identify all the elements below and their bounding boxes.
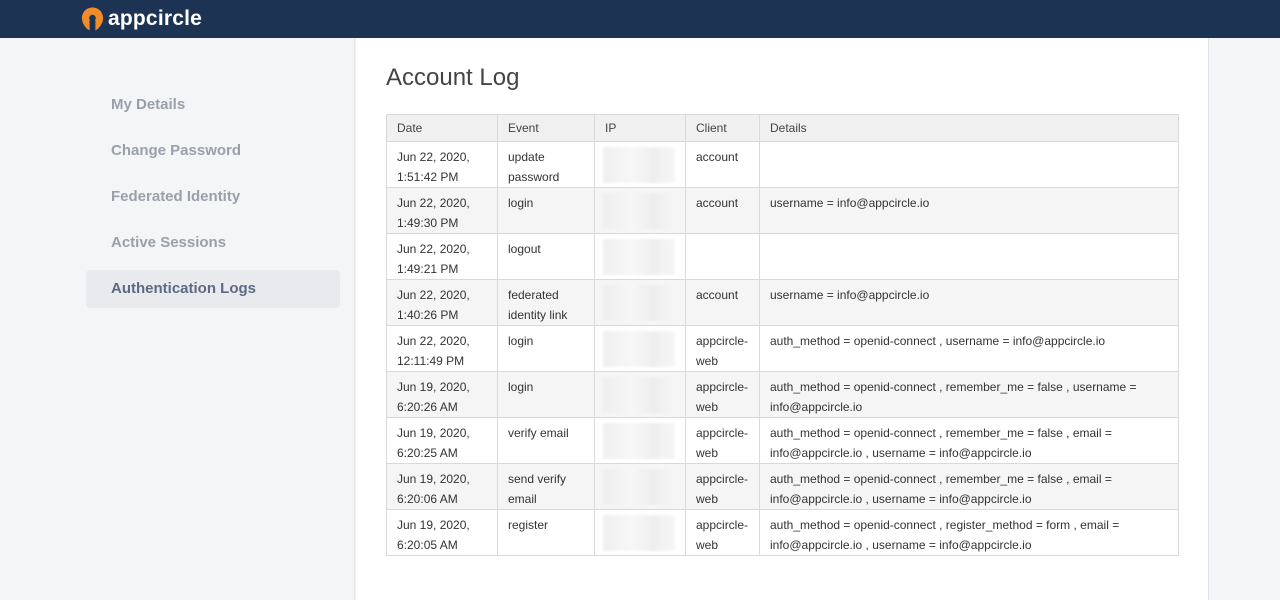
cell-ip (594, 463, 686, 510)
cell-details: username = info@appcircle.io (759, 187, 1179, 234)
cell-details: auth_method = openid-connect , register_… (759, 509, 1179, 556)
table-header-row: Date Event IP Client Details (386, 114, 1179, 142)
sidebar-item-my-details[interactable]: My Details (86, 86, 340, 124)
cell-details: auth_method = openid-connect , remember_… (759, 371, 1179, 418)
cell-ip (594, 187, 686, 234)
cell-ip (594, 509, 686, 556)
cell-event: send verify email (497, 463, 595, 510)
cell-event: federated identity link (497, 279, 595, 326)
cell-date: Jun 22, 2020, 12:11:49 PM (386, 325, 498, 372)
cell-ip (594, 233, 686, 280)
cell-client: account (685, 187, 760, 234)
ip-redacted (603, 239, 675, 275)
column-header-date: Date (386, 114, 498, 142)
cell-client (685, 233, 760, 280)
column-header-client: Client (685, 114, 760, 142)
cell-event: register (497, 509, 595, 556)
sidebar-item-authentication-logs[interactable]: Authentication Logs (86, 270, 340, 308)
sidebar-item-active-sessions[interactable]: Active Sessions (86, 224, 340, 262)
ip-redacted (603, 285, 675, 321)
cell-event: login (497, 371, 595, 418)
table-row: Jun 19, 2020, 6:20:25 AM verify email appc… (386, 417, 1179, 464)
appcircle-logo-icon (81, 7, 104, 31)
top-bar: appcircle (0, 0, 1280, 38)
cell-details: auth_method = openid-connect , username … (759, 325, 1179, 372)
sidebar-item-federated-identity[interactable]: Federated Identity (86, 178, 340, 216)
table-row: Jun 22, 2020, 12:11:49 PM login appcircle-… (386, 325, 1179, 372)
ip-redacted (603, 193, 675, 229)
table-row: Jun 19, 2020, 6:20:05 AM register appcircl… (386, 509, 1179, 556)
ip-redacted (603, 331, 675, 367)
cell-client: appcircle-web (685, 509, 760, 556)
cell-client: account (685, 279, 760, 326)
ip-redacted (603, 377, 675, 413)
sidebar-item-change-password[interactable]: Change Password (86, 132, 340, 170)
cell-date: Jun 22, 2020, 1:49:21 PM (386, 233, 498, 280)
column-header-details: Details (759, 114, 1179, 142)
cell-event: login (497, 325, 595, 372)
cell-date: Jun 19, 2020, 6:20:25 AM (386, 417, 498, 464)
cell-client: appcircle-web (685, 325, 760, 372)
cell-date: Jun 22, 2020, 1:49:30 PM (386, 187, 498, 234)
cell-client: appcircle-web (685, 417, 760, 464)
cell-date: Jun 19, 2020, 6:20:26 AM (386, 371, 498, 418)
cell-details: auth_method = openid-connect , remember_… (759, 463, 1179, 510)
table-row: Jun 22, 2020, 1:49:21 PM logout (386, 233, 1179, 280)
table-row: Jun 22, 2020, 1:49:30 PM login account user… (386, 187, 1179, 234)
cell-event: logout (497, 233, 595, 280)
ip-redacted (603, 469, 675, 505)
cell-event: login (497, 187, 595, 234)
cell-details (759, 233, 1179, 280)
ip-redacted (603, 147, 675, 183)
table-row: Jun 19, 2020, 6:20:06 AM send verify emai… (386, 463, 1179, 510)
cell-event: update password (497, 141, 595, 188)
account-log-table: Date Event IP Client Details Jun 22, 202… (386, 114, 1179, 556)
cell-date: Jun 19, 2020, 6:20:05 AM (386, 509, 498, 556)
main-content: Account Log Date Event IP Client Details… (356, 38, 1209, 600)
cell-ip (594, 325, 686, 372)
sidebar: My Details Change Password Federated Ide… (0, 38, 355, 600)
cell-client: appcircle-web (685, 371, 760, 418)
cell-event: verify email (497, 417, 595, 464)
ip-redacted (603, 515, 675, 551)
cell-ip (594, 417, 686, 464)
cell-date: Jun 22, 2020, 1:51:42 PM (386, 141, 498, 188)
ip-redacted (603, 423, 675, 459)
app-name: appcircle (108, 7, 203, 30)
column-header-ip: IP (594, 114, 686, 142)
column-header-event: Event (497, 114, 595, 142)
cell-details: username = info@appcircle.io (759, 279, 1179, 326)
table-row: Jun 22, 2020, 1:40:26 PM federated identi… (386, 279, 1179, 326)
cell-ip (594, 279, 686, 326)
cell-ip (594, 141, 686, 188)
cell-date: Jun 22, 2020, 1:40:26 PM (386, 279, 498, 326)
app-logo[interactable]: appcircle (80, 5, 202, 33)
page-title: Account Log (386, 64, 520, 91)
cell-details: auth_method = openid-connect , remember_… (759, 417, 1179, 464)
cell-details (759, 141, 1179, 188)
cell-client: appcircle-web (685, 463, 760, 510)
table-row: Jun 22, 2020, 1:51:42 PM update password a… (386, 141, 1179, 188)
table-row: Jun 19, 2020, 6:20:26 AM login appcircle-w… (386, 371, 1179, 418)
cell-client: account (685, 141, 760, 188)
cell-ip (594, 371, 686, 418)
cell-date: Jun 19, 2020, 6:20:06 AM (386, 463, 498, 510)
